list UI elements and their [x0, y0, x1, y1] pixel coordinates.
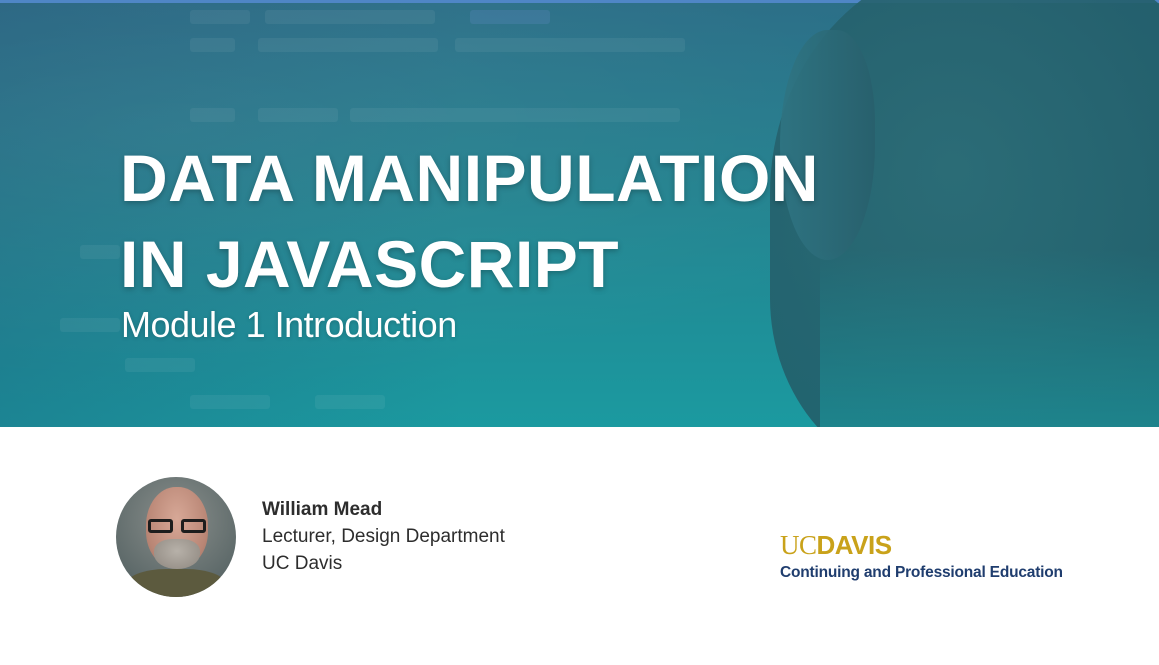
code-line: [190, 395, 270, 409]
code-line: [60, 318, 120, 332]
ucdavis-logo: UCDAVIS Continuing and Professional Educ…: [780, 530, 1063, 582]
logo-tagline: Continuing and Professional Education: [780, 564, 1063, 581]
code-line: [315, 395, 385, 409]
avatar-shirt: [126, 569, 226, 597]
slide-title: DATA MANIPULATION IN JAVASCRIPT: [120, 135, 880, 307]
code-line: [258, 38, 438, 52]
glasses-icon: [146, 519, 208, 535]
presenter-role: Lecturer, Design Department: [262, 526, 505, 547]
code-line: [190, 108, 235, 122]
code-line: [470, 10, 550, 24]
code-line: [190, 38, 235, 52]
code-line: [80, 245, 120, 259]
logo-davis: DAVIS: [816, 530, 893, 560]
code-line: [350, 108, 680, 122]
code-line: [190, 10, 250, 24]
code-line: [455, 38, 685, 52]
slide-subtitle: Module 1 Introduction: [121, 304, 457, 345]
presenter-name: William Mead: [262, 499, 383, 520]
code-line: [258, 108, 338, 122]
logo-uc: UC: [780, 530, 817, 560]
slide-title-line-2: IN JAVASCRIPT: [120, 227, 620, 301]
presenter-info: William Mead Lecturer, Design Department…: [262, 497, 505, 577]
code-line: [265, 10, 435, 24]
title-banner: DATA MANIPULATION IN JAVASCRIPT Module 1…: [0, 0, 1159, 427]
presenter-avatar: [116, 477, 236, 597]
code-line: [125, 358, 195, 372]
slide-title-line-1: DATA MANIPULATION: [120, 141, 819, 215]
presenter-affiliation: UC Davis: [262, 553, 343, 574]
avatar-beard: [154, 539, 200, 569]
